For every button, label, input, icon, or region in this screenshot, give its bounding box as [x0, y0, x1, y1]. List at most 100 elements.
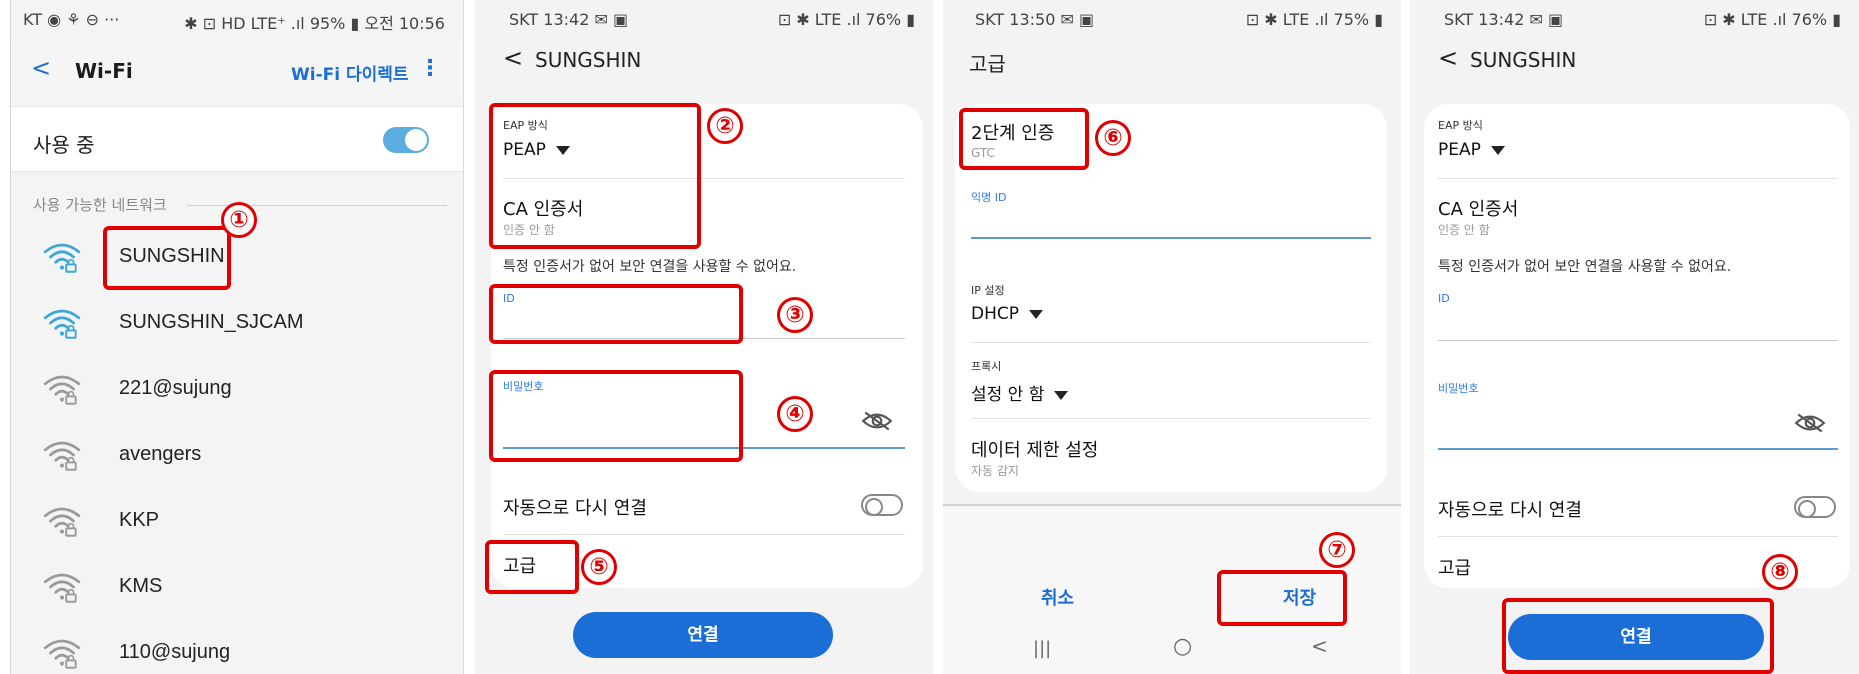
network-item[interactable]: 110@sujung	[119, 641, 230, 664]
id-underline	[1438, 340, 1838, 341]
back-nav-icon[interactable]: <	[1311, 634, 1328, 658]
more-menu-icon[interactable]: ⋮	[419, 56, 441, 81]
network-item[interactable]: SUNGSHIN_SJCAM	[119, 311, 303, 334]
auto-reconnect-toggle[interactable]	[861, 494, 903, 516]
network-item[interactable]: KMS	[119, 575, 162, 598]
status-bar: SKT 13:42 ✉ ▣ ⊡ ✱ LTE .ıl 76% ▮	[1410, 0, 1859, 40]
dropdown-arrow-icon	[1029, 309, 1043, 319]
page-title: SUNGSHIN	[1470, 48, 1577, 72]
dropdown-arrow-icon	[1490, 145, 1505, 155]
network-item[interactable]: KKP	[119, 509, 159, 532]
status-right: ⊡ ✱ LTE .ıl 76% ▮	[1703, 10, 1841, 29]
wifi-lock-icon	[41, 502, 83, 538]
step-5-marker: ⑤	[581, 549, 617, 585]
highlight-box-4	[489, 370, 743, 462]
ip-settings-value: DHCP	[971, 304, 1019, 324]
status-right: ⊡ ✱ LTE .ıl 75% ▮	[1245, 10, 1383, 29]
password-underline	[1438, 448, 1838, 450]
page-title: 고급	[969, 52, 1006, 76]
step-6-marker: ⑥	[1095, 120, 1131, 156]
network-item[interactable]: 221@sujung	[119, 377, 232, 400]
divider	[503, 534, 905, 535]
wifi-lock-icon	[41, 634, 83, 670]
step-4-marker: ④	[777, 396, 813, 432]
highlight-box-7	[1217, 570, 1347, 626]
auto-reconnect-toggle[interactable]	[1794, 496, 1836, 518]
ca-cert-row[interactable]: CA 인증서	[1438, 195, 1518, 221]
step-1-marker: ①	[221, 202, 257, 238]
wifi-toggle-row[interactable]: 사용 중	[11, 106, 463, 172]
proxy-label: 프록시	[971, 360, 1002, 373]
divider	[1438, 536, 1838, 537]
anonymous-id-label: 익명 ID	[971, 191, 1007, 204]
eap-label: EAP 방식	[1438, 119, 1483, 132]
wifi-direct-button[interactable]: Wi-Fi 다이렉트	[291, 60, 409, 85]
wifi-lock-icon	[41, 436, 83, 472]
cancel-button[interactable]: 취소	[1041, 584, 1074, 610]
divider	[1438, 178, 1838, 179]
data-limit-row[interactable]: 데이터 제한 설정	[971, 436, 1098, 462]
highlight-box-1	[103, 226, 231, 290]
network-item[interactable]: avengers	[119, 443, 201, 466]
step-7-marker: ⑦	[1319, 532, 1355, 568]
status-left: SKT 13:42 ✉ ▣	[509, 10, 629, 29]
auto-reconnect-label: 자동으로 다시 연결	[1438, 500, 1582, 521]
status-bar: KT ◉ ⚘ ⊖ ··· ✱ ⊡ HD LTE⁺ .ıl 95% ▮ 오전 10…	[11, 0, 463, 40]
highlight-box-6	[959, 108, 1089, 170]
step-3-marker: ③	[777, 297, 813, 333]
wifi-lock-icon	[41, 568, 83, 604]
highlight-box-8	[1502, 598, 1774, 674]
divider	[971, 342, 1371, 343]
in-use-label: 사용 중	[33, 133, 95, 157]
eye-off-icon[interactable]	[861, 410, 893, 432]
advanced-button[interactable]: 고급	[1438, 554, 1471, 580]
wifi-toggle[interactable]	[383, 127, 429, 153]
data-limit-value: 자동 감지	[971, 464, 1019, 478]
advanced-settings-screen: SKT 13:50 ✉ ▣ ⊡ ✱ LTE .ıl 75% ▮ 고급 2단계 인…	[943, 0, 1401, 674]
recent-apps-icon[interactable]: |||	[1033, 638, 1051, 659]
password-label: 비밀번호	[1438, 382, 1479, 395]
status-left: KT ◉ ⚘ ⊖ ···	[23, 10, 120, 29]
wifi-lock-icon	[41, 304, 83, 340]
id-label: ID	[1438, 292, 1450, 305]
status-bar: SKT 13:50 ✉ ▣ ⊡ ✱ LTE .ıl 75% ▮	[943, 0, 1401, 40]
eap-value: PEAP	[1438, 140, 1481, 160]
network-config-screen-final: SKT 13:42 ✉ ▣ ⊡ ✱ LTE .ıl 76% ▮ < SUNGSH…	[1410, 0, 1859, 674]
app-bar: < Wi-Fi Wi-Fi 다이렉트 ⋮	[11, 40, 463, 102]
eap-dropdown[interactable]: PEAP	[1438, 140, 1505, 160]
ca-cert-value: 인증 안 함	[1438, 223, 1490, 237]
cert-warning: 특정 인증서가 없어 보안 연결을 사용할 수 없어요.	[1438, 259, 1732, 275]
highlight-box-3	[489, 284, 743, 344]
available-networks-label: 사용 가능한 네트워크	[33, 196, 167, 214]
connect-button[interactable]: 연결	[573, 612, 833, 658]
home-icon[interactable]: ○	[1173, 634, 1192, 659]
highlight-box-2	[489, 103, 701, 249]
status-bar: SKT 13:42 ✉ ▣ ⊡ ✱ LTE .ıl 76% ▮	[475, 0, 933, 40]
wifi-lock-icon	[41, 238, 83, 274]
back-icon[interactable]: <	[1438, 44, 1458, 72]
ip-settings-label: IP 설정	[971, 284, 1005, 297]
anonymous-id-input[interactable]	[971, 237, 1371, 239]
page-title: SUNGSHIN	[535, 48, 642, 72]
page-title: Wi-Fi	[75, 59, 133, 83]
divider	[971, 418, 1371, 419]
proxy-value: 설정 안 함	[971, 385, 1045, 405]
ip-settings-dropdown[interactable]: DHCP	[971, 304, 1043, 324]
eye-off-icon[interactable]	[1794, 412, 1826, 434]
status-right: ✱ ⊡ HD LTE⁺ .ıl 95% ▮ 오전 10:56	[184, 14, 445, 33]
back-icon[interactable]: <	[31, 54, 51, 82]
cert-warning: 특정 인증서가 없어 보안 연결을 사용할 수 없어요.	[503, 259, 797, 275]
dropdown-arrow-icon	[1054, 390, 1069, 400]
wifi-lock-icon	[41, 370, 83, 406]
proxy-dropdown[interactable]: 설정 안 함	[971, 380, 1069, 405]
highlight-box-5	[485, 540, 579, 594]
toggle-knob	[405, 129, 427, 151]
step-8-marker: ⑧	[1762, 554, 1798, 590]
step-2-marker: ②	[707, 108, 743, 144]
password-input[interactable]	[1438, 412, 1528, 440]
auto-reconnect-label: 자동으로 다시 연결	[503, 498, 647, 519]
back-icon[interactable]: <	[503, 44, 523, 72]
id-input[interactable]	[1438, 306, 1528, 330]
network-config-screen: SKT 13:42 ✉ ▣ ⊡ ✱ LTE .ıl 76% ▮ < SUNGSH…	[475, 0, 933, 674]
wifi-list-screen: KT ◉ ⚘ ⊖ ··· ✱ ⊡ HD LTE⁺ .ıl 95% ▮ 오전 10…	[10, 0, 464, 674]
